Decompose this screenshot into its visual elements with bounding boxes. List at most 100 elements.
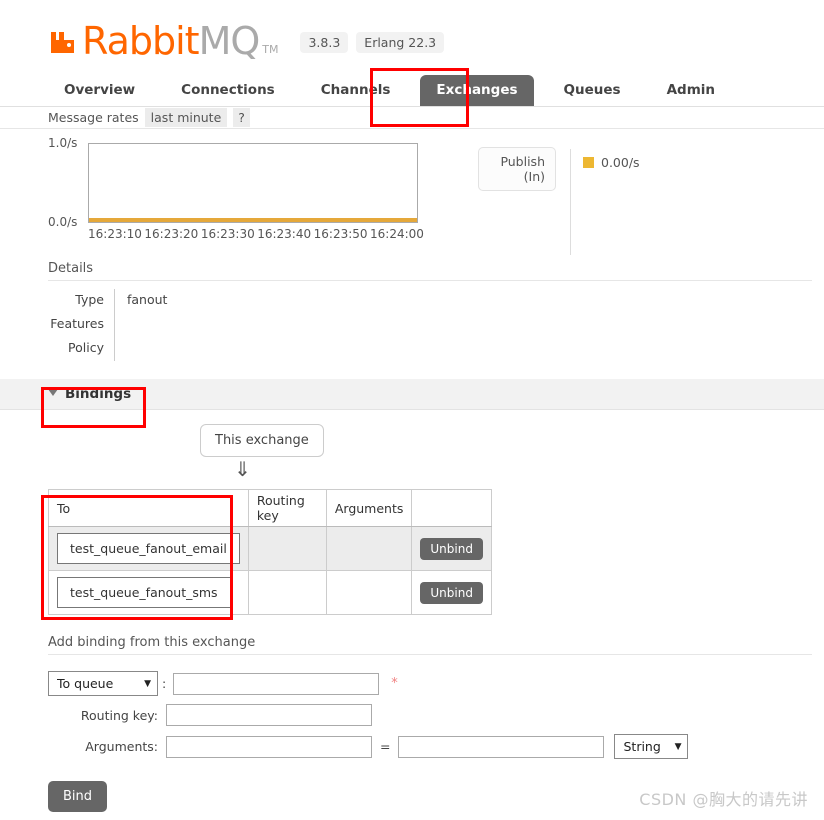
logo-row: Rabbit MQ TM 3.8.3 Erlang 22.3 <box>48 22 824 60</box>
rabbitmq-management-page: Rabbit MQ TM 3.8.3 Erlang 22.3 Overview … <box>0 0 824 820</box>
binding-routing-key-cell <box>247 570 327 615</box>
version-badge: 3.8.3 <box>300 32 349 53</box>
chart-xtick-3: 16:23:40 <box>257 227 312 241</box>
binding-to-cell: test_queue_fanout_sms <box>48 570 249 615</box>
legend-publish-line1: Publish <box>500 154 545 169</box>
form-row-routing-key: Routing key: <box>48 704 824 726</box>
chart-legend: Publish (In) 0.00/s <box>478 147 640 257</box>
bind-button[interactable]: Bind <box>48 781 108 812</box>
chart-xtick-2: 16:23:30 <box>200 227 255 241</box>
column-header-to: To <box>48 489 249 527</box>
down-arrow-icon: ⇓ <box>234 457 251 481</box>
details-value-type: fanout <box>114 289 234 313</box>
details-value-features <box>114 313 234 337</box>
legend-value-row: 0.00/s <box>583 147 640 170</box>
details-row-policy: Policy <box>48 337 824 361</box>
column-header-actions <box>411 489 492 527</box>
spacer-before-form <box>0 615 824 631</box>
tab-channels[interactable]: Channels <box>305 75 407 106</box>
argument-key-input[interactable] <box>166 735 372 758</box>
unbind-button[interactable]: Unbind <box>420 537 483 560</box>
binding-to-cell: test_queue_fanout_email <box>48 526 249 571</box>
time-range-chip[interactable]: last minute <box>144 108 228 127</box>
queue-link-email[interactable]: test_queue_fanout_email <box>57 533 240 564</box>
form-row-arguments: Arguments: = String ▼ <box>48 734 824 759</box>
bindings-diagram: This exchange ⇓ <box>0 410 824 479</box>
details-value-policy <box>114 337 234 361</box>
argument-type-select[interactable]: String <box>614 734 689 759</box>
binding-arguments-cell <box>325 570 413 615</box>
binding-action-cell: Unbind <box>411 570 492 615</box>
bindings-heading-label: Bindings <box>65 386 132 402</box>
chart-plot-frame <box>88 143 418 223</box>
version-badges: 3.8.3 Erlang 22.3 <box>300 32 445 53</box>
details-key-features: Features <box>50 316 104 331</box>
binding-target-select[interactable]: To queue <box>48 671 158 696</box>
binding-routing-key-cell <box>247 526 327 571</box>
message-rates-chart: 1.0/s 0.0/s 16:23:10 16:23:20 16:23:30 1… <box>0 129 824 257</box>
tab-exchanges[interactable]: Exchanges <box>420 75 534 106</box>
chart-ytick-max: 1.0/s <box>48 136 78 150</box>
chart-xtick-5: 16:24:00 <box>370 227 424 241</box>
details-key-type: Type <box>75 292 104 307</box>
legend-publish-in-button[interactable]: Publish (In) <box>478 147 556 191</box>
routing-key-input[interactable] <box>166 704 372 726</box>
chart-xtick-0: 16:23:10 <box>88 227 142 241</box>
tab-overview[interactable]: Overview <box>48 75 151 106</box>
unbind-button[interactable]: Unbind <box>420 581 483 604</box>
chart-xtick-1: 16:23:20 <box>144 227 199 241</box>
chart-ytick-min: 0.0/s <box>48 215 78 229</box>
legend-divider <box>570 149 571 255</box>
chart-series-publish-in <box>89 218 417 222</box>
bindings-table: To Routing key Arguments test_queue_fano… <box>48 489 492 615</box>
this-exchange-node[interactable]: This exchange <box>200 424 324 457</box>
app-header: Rabbit MQ TM 3.8.3 Erlang 22.3 <box>0 0 824 76</box>
column-header-arguments: Arguments <box>325 489 413 527</box>
add-binding-heading: Add binding from this exchange <box>48 631 812 655</box>
bindings-heading[interactable]: Bindings <box>0 379 824 410</box>
logo-text-mq: MQ <box>198 19 261 63</box>
erlang-version-badge: Erlang 22.3 <box>356 32 445 53</box>
form-row-target: To queue ▼ : * <box>48 671 824 696</box>
column-header-routing-key: Routing key <box>247 489 327 527</box>
queue-link-sms[interactable]: test_queue_fanout_sms <box>57 577 231 608</box>
bindings-table-body: test_queue_fanout_email Unbind test_queu… <box>48 526 492 615</box>
bindings-header-row: To Routing key Arguments <box>48 489 492 527</box>
legend-rate-value: 0.00/s <box>601 155 640 170</box>
rabbitmq-logo-icon <box>48 26 78 56</box>
equals-sign: = <box>380 739 391 754</box>
logo-trademark: TM <box>262 43 279 56</box>
tab-connections[interactable]: Connections <box>165 75 291 106</box>
details-key-policy: Policy <box>68 340 104 355</box>
message-rates-label: Message rates <box>48 110 139 125</box>
tab-queues[interactable]: Queues <box>548 75 637 106</box>
bindings-table-wrap: To Routing key Arguments test_queue_fano… <box>0 479 824 615</box>
chart-xtick-labels: 16:23:10 16:23:20 16:23:30 16:23:40 16:2… <box>88 227 424 241</box>
details-list: Type fanout Features Policy <box>0 281 824 361</box>
help-icon[interactable]: ? <box>233 108 250 127</box>
target-colon: : <box>162 676 167 691</box>
details-row-type: Type fanout <box>48 289 824 313</box>
chart-plot-area: 1.0/s 0.0/s 16:23:10 16:23:20 16:23:30 1… <box>48 136 428 243</box>
table-row: test_queue_fanout_sms Unbind <box>48 570 492 615</box>
arguments-label: Arguments: <box>85 739 158 754</box>
spacer-before-bindings <box>0 361 824 379</box>
main-nav: Overview Connections Channels Exchanges … <box>0 75 824 107</box>
logo-text-rabbit: Rabbit <box>82 19 200 63</box>
details-heading: Details <box>48 257 812 281</box>
tab-admin[interactable]: Admin <box>651 75 731 106</box>
binding-target-input[interactable] <box>173 672 380 695</box>
argument-value-input[interactable] <box>398 735 605 758</box>
chart-xtick-4: 16:23:50 <box>313 227 368 241</box>
legend-publish-line2: (In) <box>523 169 545 184</box>
routing-key-label: Routing key: <box>80 707 158 723</box>
argument-type-select-wrap: String ▼ <box>614 734 689 759</box>
bindings-table-head: To Routing key Arguments <box>48 489 492 527</box>
table-row: test_queue_fanout_email Unbind <box>48 526 492 571</box>
legend-color-swatch-icon <box>583 157 594 168</box>
csdn-watermark: CSDN @胸大的请先讲 <box>639 790 808 809</box>
binding-arguments-cell <box>325 526 413 571</box>
details-row-features: Features <box>48 313 824 337</box>
binding-action-cell: Unbind <box>411 526 492 571</box>
required-marker: * <box>391 676 398 691</box>
